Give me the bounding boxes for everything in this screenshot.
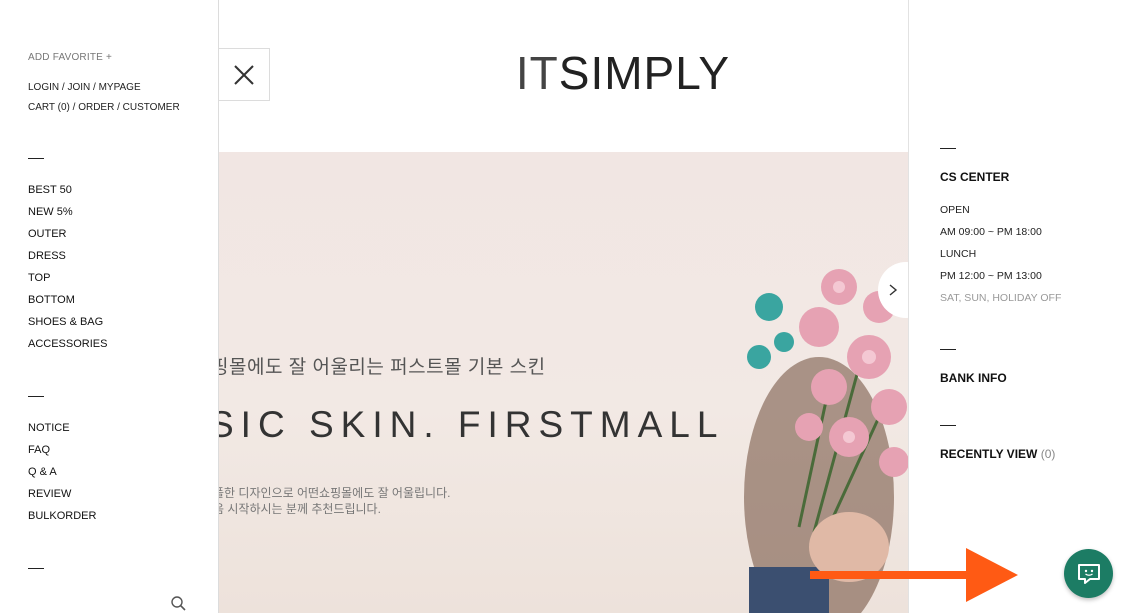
search-icon[interactable] [170, 595, 188, 613]
recently-view-title: RECENTLY VIEW [940, 447, 1038, 461]
chat-button[interactable] [1064, 549, 1113, 598]
recently-view-count: (0) [1040, 447, 1056, 461]
banner-description-line1: 플한 디자인으로 어떤쇼핑몰에도 잘 어울립니다. [219, 486, 451, 500]
menu-item-shoes-bag[interactable]: SHOES & BAG [28, 311, 107, 333]
banner-description-line2: 음 시작하시는 분께 추천드립니다. [219, 502, 381, 516]
divider [940, 148, 956, 149]
chat-icon [1077, 563, 1100, 584]
category-menu: BEST 50 NEW 5% OUTER DRESS TOP BOTTOM SH… [28, 179, 107, 355]
divider [28, 568, 44, 569]
main-content: ITSIMPLY 핑몰에도 잘 어울리는 퍼스트몰 기본 스킨 SIC SKIN… [219, 0, 934, 613]
menu-item-notice[interactable]: NOTICE [28, 417, 96, 439]
holiday-notice: SAT, SUN, HOLIDAY OFF [940, 292, 1062, 304]
cs-center-title: CS CENTER [940, 170, 1010, 184]
menu-item-review[interactable]: REVIEW [28, 483, 96, 505]
banner-headline: SIC SKIN. FIRSTMALL [219, 404, 725, 445]
site-logo[interactable]: ITSIMPLY [219, 46, 1027, 100]
logo-part-simply: SIMPLY [558, 47, 731, 99]
divider [28, 158, 44, 159]
right-sidebar: CS CENTER OPEN AM 09:00 ~ PM 18:00 LUNCH… [908, 0, 1125, 613]
main-banner[interactable]: 핑몰에도 잘 어울리는 퍼스트몰 기본 스킨 SIC SKIN. FIRSTMA… [219, 152, 908, 613]
recently-view-link[interactable]: RECENTLY VIEW (0) [940, 447, 1055, 461]
logo-part-it: IT [515, 47, 559, 99]
menu-item-new[interactable]: NEW 5% [28, 201, 107, 223]
bank-info-title[interactable]: BANK INFO [940, 371, 1007, 385]
cart-order-links[interactable]: CART (0) / ORDER / CUSTOMER [28, 102, 180, 113]
chevron-right-icon [889, 284, 898, 296]
open-label: OPEN [940, 204, 970, 216]
divider [940, 425, 956, 426]
divider [28, 396, 44, 397]
lunch-hours: PM 12:00 ~ PM 13:00 [940, 270, 1042, 282]
menu-item-bottom[interactable]: BOTTOM [28, 289, 107, 311]
menu-item-dress[interactable]: DRESS [28, 245, 107, 267]
pointer-arrow-icon [810, 548, 1018, 602]
menu-item-best50[interactable]: BEST 50 [28, 179, 107, 201]
banner-subtitle: 핑몰에도 잘 어울리는 퍼스트몰 기본 스킨 [219, 357, 546, 378]
left-sidebar: ADD FAVORITE + LOGIN / JOIN / MYPAGE CAR… [0, 0, 219, 613]
account-links[interactable]: LOGIN / JOIN / MYPAGE [28, 82, 141, 93]
menu-item-accessories[interactable]: ACCESSORIES [28, 333, 107, 355]
lunch-label: LUNCH [940, 248, 977, 260]
divider [940, 349, 956, 350]
menu-item-top[interactable]: TOP [28, 267, 107, 289]
menu-item-outer[interactable]: OUTER [28, 223, 107, 245]
board-menu: NOTICE FAQ Q & A REVIEW BULKORDER [28, 417, 96, 527]
menu-item-faq[interactable]: FAQ [28, 439, 96, 461]
add-favorite-link[interactable]: ADD FAVORITE + [28, 52, 112, 63]
open-hours: AM 09:00 ~ PM 18:00 [940, 226, 1042, 238]
menu-item-qna[interactable]: Q & A [28, 461, 96, 483]
menu-item-bulkorder[interactable]: BULKORDER [28, 505, 96, 527]
